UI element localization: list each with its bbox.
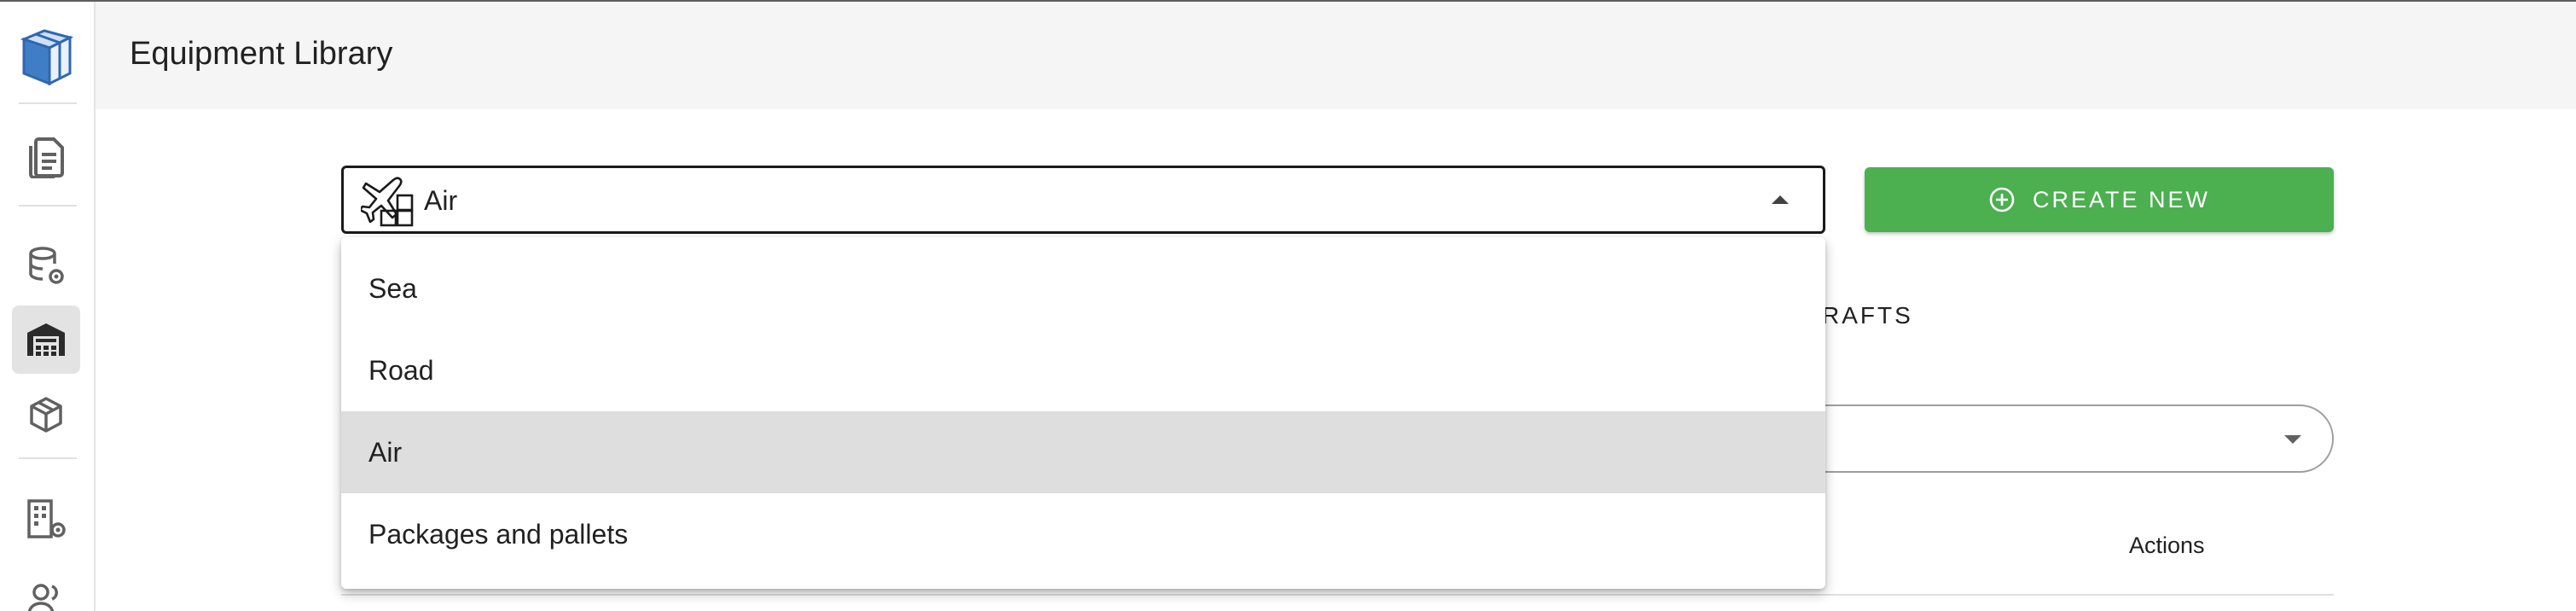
- menu-option-sea[interactable]: Sea: [341, 247, 1825, 329]
- sidebar-item-documents[interactable]: [12, 123, 80, 191]
- menu-option-air[interactable]: Air: [341, 411, 1825, 493]
- column-header-actions: Actions: [2129, 532, 2205, 558]
- box-icon: [30, 397, 62, 433]
- sidebar-item-buildings[interactable]: [12, 485, 80, 553]
- create-new-label: CREATE NEW: [2032, 186, 2210, 212]
- page-title: Equipment Library: [130, 36, 393, 72]
- table-divider: [341, 594, 2334, 596]
- sidebar-separator: [19, 205, 77, 207]
- sidebar-item-users[interactable]: [12, 565, 80, 611]
- warehouse-icon: [27, 323, 65, 356]
- sidebar-item-packages[interactable]: [12, 381, 80, 449]
- create-new-button[interactable]: CREATE NEW: [1865, 167, 2334, 232]
- add-circle-icon: [1989, 187, 2015, 212]
- plane-packages-icon: [361, 177, 414, 227]
- transport-mode-menu: Sea Road Air Packages and pallets: [341, 237, 1825, 589]
- users-icon: [27, 584, 58, 611]
- sidebar-separator: [19, 457, 77, 459]
- transport-mode-value: Air: [424, 185, 458, 216]
- menu-option-road[interactable]: Road: [341, 329, 1825, 411]
- tab-drafts[interactable]: RAFTS: [1822, 302, 1913, 329]
- database-settings-icon: [29, 247, 64, 284]
- document-icon: [29, 137, 64, 178]
- sidebar-item-warehouse[interactable]: [12, 306, 80, 374]
- app-logo[interactable]: [15, 26, 78, 89]
- sidebar: [0, 2, 96, 611]
- sidebar-item-database[interactable]: [12, 232, 80, 300]
- caret-down-icon: [2284, 435, 2301, 444]
- transport-mode-select[interactable]: Air: [341, 166, 1825, 234]
- menu-option-packages-and-pallets[interactable]: Packages and pallets: [341, 493, 1825, 575]
- page-header: Equipment Library: [96, 2, 2576, 109]
- building-settings-icon: [27, 499, 66, 538]
- sidebar-separator: [19, 102, 77, 104]
- caret-up-icon[interactable]: [1772, 195, 1789, 204]
